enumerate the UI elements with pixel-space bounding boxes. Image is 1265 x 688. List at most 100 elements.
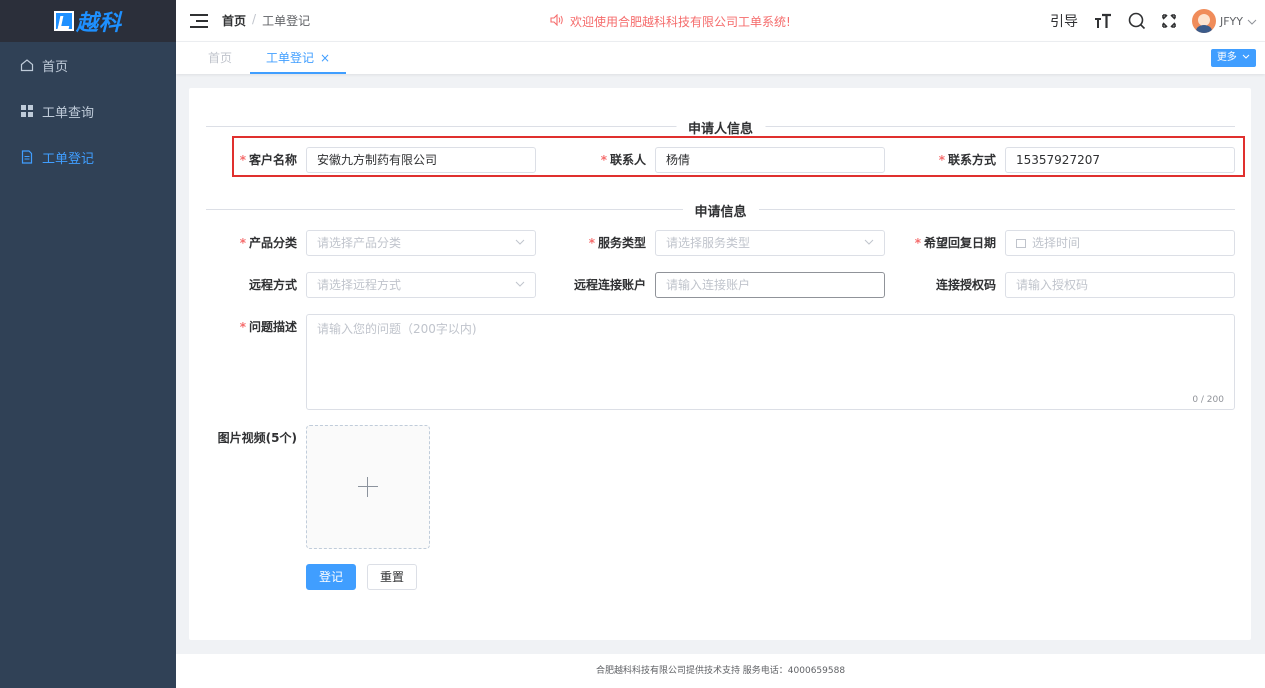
sidebar: 越科 首页 工单查询 工单登记 <box>0 0 176 688</box>
chevron-down-icon <box>515 273 525 297</box>
remote-method-select[interactable]: 请选择远程方式 <box>306 272 536 298</box>
chevron-down-icon <box>1242 54 1250 59</box>
reset-button[interactable]: 重置 <box>367 564 418 590</box>
label-text: 远程连接账户 <box>573 278 646 292</box>
product-category-label: * 产品分类 <box>197 230 297 256</box>
section-applicant-divider: 申请人信息 <box>206 118 1235 137</box>
breadcrumb-separator: / <box>252 12 257 26</box>
label-text: 联系方式 <box>947 153 996 167</box>
label-text: 产品分类 <box>248 236 297 250</box>
customer-name-label: * 客户名称 <box>197 147 297 173</box>
logo-mark-icon <box>53 11 74 31</box>
contact-phone-input[interactable]: 15357927207 <box>1005 147 1235 173</box>
chevron-down-icon <box>1247 15 1257 28</box>
close-icon[interactable]: × <box>320 51 330 65</box>
select-placeholder: 请选择远程方式 <box>317 278 402 292</box>
breadcrumb-current: 工单登记 <box>262 14 311 28</box>
logo-area: 越科 <box>0 0 176 42</box>
label-text: 客户名称 <box>248 153 297 167</box>
ticket-form-card: 申请人信息 * 客户名称 安徽九方制药有限公司 * 联系人 杨倩 * 联系方式 153… <box>189 88 1251 640</box>
label-text: 图片视频(5个) <box>217 431 297 445</box>
guide-button[interactable]: 引导 <box>1050 11 1078 31</box>
font-size-icon[interactable] <box>1094 13 1112 29</box>
sidebar-item-label: 工单查询 <box>42 105 95 121</box>
required-mark: * <box>938 153 945 167</box>
logo[interactable]: 越科 <box>53 5 122 37</box>
announcement: 欢迎使用合肥越科科技有限公司工单系统! <box>550 13 791 30</box>
textarea-placeholder: 请输入您的问题（200字以内) <box>317 322 477 336</box>
breadcrumb: 首页 / 工单登记 <box>222 12 310 29</box>
logo-text: 越科 <box>75 11 122 36</box>
product-category-select[interactable]: 请选择产品分类 <box>306 230 536 256</box>
char-counter: 0 / 200 <box>1192 395 1224 405</box>
required-mark: * <box>239 320 246 334</box>
register-button[interactable]: 登记 <box>306 564 357 590</box>
contact-person-label: * 联系人 <box>546 147 646 173</box>
remote-account-input[interactable]: 请输入连接账户 <box>655 272 885 298</box>
fullscreen-icon[interactable] <box>1162 14 1176 28</box>
required-mark: * <box>600 153 607 167</box>
remote-account-label: 远程连接账户 <box>546 272 646 298</box>
sidebar-item-home[interactable]: 首页 <box>0 42 176 88</box>
sidebar-item-ticket-register[interactable]: 工单登记 <box>0 134 176 180</box>
section-request-divider: 申请信息 <box>206 201 1235 220</box>
label-text: 连接授权码 <box>935 278 996 292</box>
required-mark: * <box>239 236 246 250</box>
tags-view: 首页 工单登记 × 更多 <box>176 42 1265 74</box>
label-text: 问题描述 <box>248 320 297 334</box>
select-placeholder: 请选择产品分类 <box>317 236 402 250</box>
home-icon <box>20 58 34 72</box>
customer-name-input[interactable]: 安徽九方制药有限公司 <box>306 147 536 173</box>
plus-icon <box>358 477 378 497</box>
label-text: 远程方式 <box>248 278 297 292</box>
top-navbar: 首页 / 工单登记 欢迎使用合肥越科科技有限公司工单系统! 引导 JFYY <box>176 0 1265 42</box>
required-mark: * <box>914 236 921 250</box>
sidebar-item-label: 首页 <box>42 59 69 75</box>
speaker-icon <box>550 13 564 29</box>
contact-person-input[interactable]: 杨倩 <box>655 147 885 173</box>
user-menu[interactable]: JFYY <box>1191 9 1257 33</box>
label-text: 希望回复日期 <box>923 236 996 250</box>
tab-home[interactable]: 首页 <box>208 42 232 74</box>
document-icon <box>20 150 34 164</box>
reply-date-label: * 希望回复日期 <box>896 230 996 256</box>
breadcrumb-home[interactable]: 首页 <box>222 12 246 29</box>
problem-description-label: * 问题描述 <box>197 314 297 340</box>
tab-ticket-register[interactable]: 工单登记 × <box>250 42 347 74</box>
search-icon[interactable] <box>1128 12 1146 30</box>
label-text: 联系人 <box>609 153 646 167</box>
grid-icon <box>20 104 34 118</box>
section-request-title: 申请信息 <box>682 201 759 220</box>
calendar-icon <box>1016 239 1026 248</box>
chevron-down-icon <box>515 231 525 255</box>
problem-description-textarea[interactable]: 请输入您的问题（200字以内) 0 / 200 <box>306 314 1235 410</box>
sidebar-item-ticket-query[interactable]: 工单查询 <box>0 88 176 134</box>
service-type-select[interactable]: 请选择服务类型 <box>655 230 885 256</box>
user-name: JFYY <box>1219 14 1243 28</box>
date-placeholder: 选择时间 <box>1032 236 1081 250</box>
service-type-label: * 服务类型 <box>546 230 646 256</box>
tab-label: 工单登记 <box>266 51 315 65</box>
hamburger-icon[interactable] <box>190 13 208 28</box>
avatar <box>1191 9 1216 33</box>
more-label: 更多 <box>1216 52 1237 63</box>
chevron-down-icon <box>864 231 874 255</box>
label-text: 服务类型 <box>597 236 646 250</box>
navbar-actions: 引导 JFYY <box>1050 0 1257 42</box>
footer: 合肥越科科技有限公司提供技术支持 服务电话：4000659588 <box>176 654 1265 688</box>
footer-text: 合肥越科科技有限公司提供技术支持 服务电话：4000659588 <box>595 666 846 676</box>
sidebar-item-label: 工单登记 <box>42 151 95 167</box>
more-button[interactable]: 更多 <box>1210 49 1256 67</box>
auth-code-label: 连接授权码 <box>896 272 996 298</box>
reply-date-picker[interactable]: 选择时间 <box>1005 230 1235 256</box>
remote-method-label: 远程方式 <box>197 272 297 298</box>
required-mark: * <box>588 236 595 250</box>
section-applicant-title: 申请人信息 <box>675 118 766 137</box>
announcement-text: 欢迎使用合肥越科科技有限公司工单系统! <box>570 15 791 29</box>
select-placeholder: 请选择服务类型 <box>666 236 751 250</box>
media-upload-label: 图片视频(5个) <box>197 425 297 451</box>
auth-code-input[interactable]: 请输入授权码 <box>1005 272 1235 298</box>
contact-phone-label: * 联系方式 <box>896 147 996 173</box>
required-mark: * <box>239 153 246 167</box>
media-upload-button[interactable] <box>306 425 430 549</box>
